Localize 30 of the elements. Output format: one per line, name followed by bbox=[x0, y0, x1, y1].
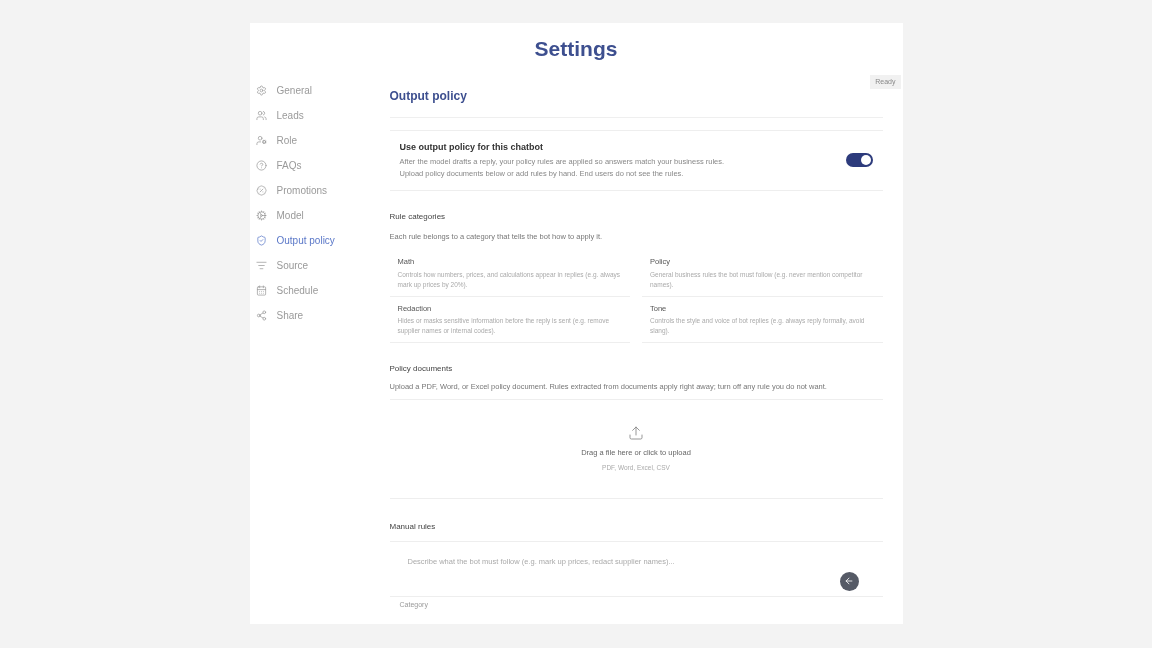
sidebar-item[interactable]: Source bbox=[255, 257, 376, 274]
cog-icon bbox=[255, 210, 267, 221]
list-icon bbox=[255, 260, 267, 271]
calendar-icon bbox=[255, 285, 267, 296]
badge-icon bbox=[255, 185, 267, 196]
gear-icon bbox=[255, 85, 267, 96]
sidebar-item[interactable]: Role bbox=[255, 132, 376, 149]
sidebar-item[interactable]: FAQs bbox=[255, 157, 376, 174]
sidebar-item[interactable]: General bbox=[255, 82, 376, 99]
section-heading: Policy documents bbox=[389, 362, 454, 375]
section-title: Output policy bbox=[389, 87, 467, 105]
sidebar-item[interactable]: Share bbox=[255, 307, 376, 324]
sidebar-item[interactable]: Leads bbox=[255, 107, 376, 124]
upload-icon bbox=[628, 425, 644, 442]
users-icon bbox=[255, 110, 267, 121]
shield-icon bbox=[255, 235, 267, 246]
sidebar-item[interactable]: Output policy bbox=[255, 232, 376, 249]
sidebar-item[interactable]: Model bbox=[255, 207, 376, 224]
share-icon bbox=[255, 310, 267, 321]
page-title: Settings bbox=[534, 36, 618, 62]
toggle-title: Use output policy for this chatbot bbox=[399, 140, 544, 154]
sidebar-item[interactable]: Schedule bbox=[255, 282, 376, 299]
sidebar-item[interactable]: Promotions bbox=[255, 182, 376, 199]
section-heading: Manual rules bbox=[389, 520, 437, 533]
arrow-left-icon bbox=[844, 576, 854, 587]
help-icon bbox=[255, 160, 267, 171]
toggle-switch[interactable] bbox=[845, 153, 873, 168]
submit-button[interactable] bbox=[839, 571, 859, 591]
user-gear-icon bbox=[255, 135, 267, 146]
section-heading: Rule categories bbox=[389, 211, 447, 223]
